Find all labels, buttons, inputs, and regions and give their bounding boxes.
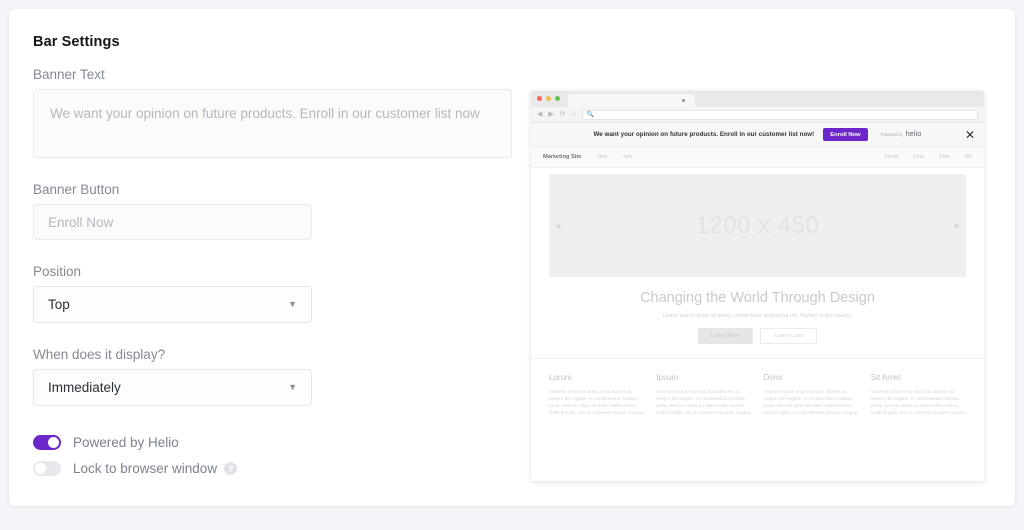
site-brand[interactable]: Marketing Site <box>543 154 581 160</box>
powered-by-badge: Powered by helio <box>881 131 922 138</box>
reload-icon[interactable]: ⟳ <box>560 111 566 118</box>
settings-card: Bar Settings Banner Text We want your op… <box>9 9 1015 506</box>
nav-links-left: One Two <box>597 154 632 160</box>
browser-toolbar: ◀ ▶ ⟳ ⌂ 🔍 <box>531 107 984 123</box>
toggle-row-powered-by-helio[interactable]: Powered by Helio <box>33 432 523 453</box>
chevron-down-icon: ▼ <box>288 300 297 309</box>
search-icon: 🔍 <box>587 111 594 118</box>
nav-link-two[interactable]: Two <box>622 154 632 160</box>
banner-button-label: Banner Button <box>33 182 523 197</box>
page-title: Bar Settings <box>33 34 523 50</box>
feature-title: Dolor <box>764 373 859 382</box>
carousel-next-icon[interactable]: ▶ <box>955 222 960 230</box>
lock-to-browser-window-toggle[interactable] <box>33 461 61 476</box>
toggle-knob <box>48 437 59 448</box>
feature-title: Lorum <box>549 373 644 382</box>
close-window-icon[interactable] <box>537 96 542 101</box>
chevron-down-icon: ▼ <box>288 383 297 392</box>
powered-by-prefix: Powered by <box>881 132 903 137</box>
nav-link-six[interactable]: Six <box>965 154 973 160</box>
browser-titlebar <box>531 91 984 107</box>
hero-copy: Changing the World Through Design Lorem … <box>531 277 984 344</box>
preview-banner: We want your opinion on future products.… <box>531 123 984 147</box>
feature-column: Dolor Vivamus luctus urna sed urna ultri… <box>764 373 859 416</box>
hero-subtitle: Lorem ipsum dolor sit amet, consectetur … <box>531 313 984 319</box>
powered-by-helio-toggle[interactable] <box>33 435 61 450</box>
back-icon[interactable]: ◀ <box>537 111 542 118</box>
forward-icon[interactable]: ▶ <box>548 111 553 118</box>
nav-link-one[interactable]: One <box>597 154 607 160</box>
nav-link-four[interactable]: Four <box>913 154 924 160</box>
minimize-window-icon[interactable] <box>546 96 551 101</box>
learn-less-button[interactable]: Learn Less <box>760 328 817 344</box>
feature-column: Ipsum Vivamus luctus urna sed urna ultri… <box>656 373 751 416</box>
nav-link-three[interactable]: Three <box>884 154 898 160</box>
home-icon[interactable]: ⌂ <box>572 111 576 118</box>
close-icon[interactable]: ✕ <box>965 129 975 141</box>
display-trigger-select[interactable]: Immediately ▼ <box>33 369 312 406</box>
browser-tab[interactable] <box>568 94 695 107</box>
helio-logo: helio <box>906 131 922 138</box>
feature-column: Sit Amet Vivamus luctus urna sed urna ul… <box>871 373 966 416</box>
address-bar[interactable]: 🔍 <box>582 110 978 120</box>
banner-text-label: Banner Text <box>33 67 523 82</box>
site-navigation: Marketing Site One Two Three Four Five S… <box>531 147 984 168</box>
feature-title: Sit Amet <box>871 373 966 382</box>
preview-banner-text: We want your opinion on future products.… <box>594 131 815 138</box>
maximize-window-icon[interactable] <box>555 96 560 101</box>
help-icon[interactable]: ? <box>224 462 237 475</box>
position-label: Position <box>33 264 523 279</box>
banner-button-input[interactable]: Enroll Now <box>33 204 312 240</box>
feature-body: Vivamus luctus urna sed urna ultricies a… <box>656 388 751 416</box>
position-value: Top <box>48 297 70 312</box>
learn-more-button[interactable]: Learn More <box>698 328 754 344</box>
toggle-group: Powered by Helio Lock to browser window … <box>33 432 523 479</box>
hero-carousel: ◀ 1200 x 450 ▶ <box>549 174 966 277</box>
powered-by-helio-label: Powered by Helio <box>73 435 179 450</box>
tab-close-icon[interactable] <box>682 99 685 102</box>
hero-buttons: Learn More Learn Less <box>531 328 984 344</box>
feature-column: Lorum Vivamus luctus urna sed urna ultri… <box>549 373 644 416</box>
nav-links-right: Three Four Five Six <box>884 154 972 160</box>
hero-title: Changing the World Through Design <box>531 290 984 306</box>
feature-body: Vivamus luctus urna sed urna ultricies a… <box>549 388 644 416</box>
toggle-row-lock-to-browser-window[interactable]: Lock to browser window ? <box>33 458 523 479</box>
preview-banner-button[interactable]: Enroll Now <box>823 128 867 141</box>
display-trigger-value: Immediately <box>48 380 121 395</box>
feature-body: Vivamus luctus urna sed urna ultricies a… <box>871 388 966 416</box>
lock-to-browser-window-label: Lock to browser window <box>73 461 217 476</box>
window-controls <box>537 96 560 101</box>
toggle-knob <box>35 463 46 474</box>
position-select[interactable]: Top ▼ <box>33 286 312 323</box>
feature-body: Vivamus luctus urna sed urna ultricies a… <box>764 388 859 416</box>
banner-text-input[interactable]: We want your opinion on future products.… <box>33 89 512 158</box>
nav-link-five[interactable]: Five <box>939 154 949 160</box>
hero-placeholder-text: 1200 x 450 <box>696 212 820 240</box>
carousel-prev-icon[interactable]: ◀ <box>555 222 560 230</box>
bar-settings-panel: Bar Settings Banner Text We want your op… <box>33 34 523 484</box>
feature-columns: Lorum Vivamus luctus urna sed urna ultri… <box>531 358 984 416</box>
browser-preview: ◀ ▶ ⟳ ⌂ 🔍 We want your opinion on future… <box>531 91 984 481</box>
feature-title: Ipsum <box>656 373 751 382</box>
display-trigger-label: When does it display? <box>33 347 523 362</box>
